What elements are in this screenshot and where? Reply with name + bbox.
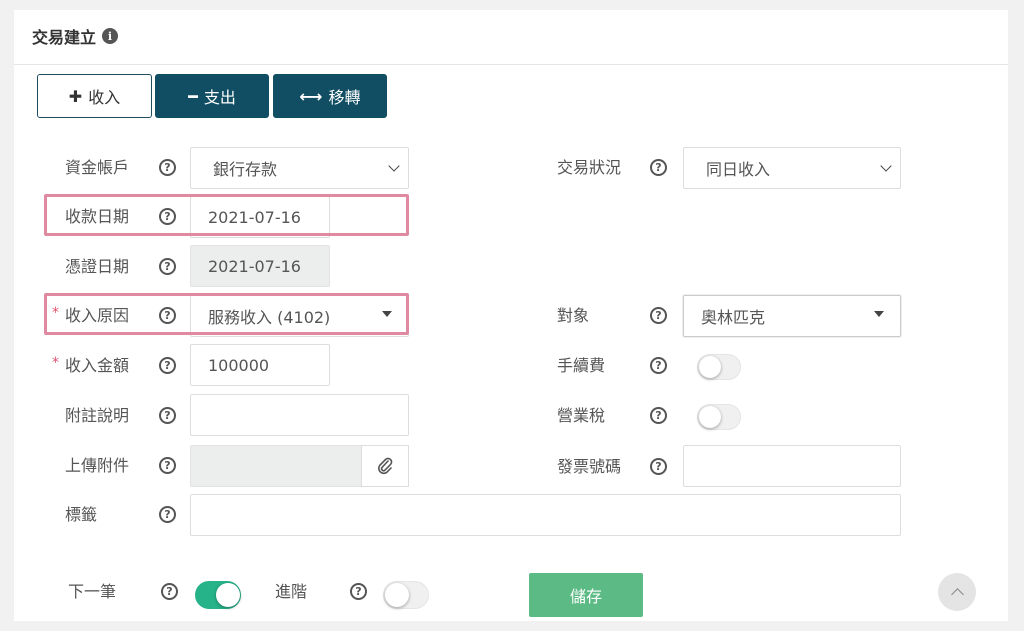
note-help-icon[interactable]: ?	[159, 407, 176, 424]
toggle-knob	[699, 356, 721, 378]
receipt-date-value: 2021-07-16	[208, 207, 301, 227]
income-amount-input[interactable]: 100000	[190, 344, 330, 386]
page-title: 交易建立 i	[32, 24, 119, 48]
tags-help-icon[interactable]: ?	[159, 506, 176, 523]
caret-down-icon	[874, 311, 884, 317]
account-select-value: 銀行存款	[213, 160, 278, 179]
plus-icon: ✚	[68, 86, 83, 106]
voucher-date-help-icon[interactable]: ?	[159, 258, 176, 275]
income-reason-help-icon[interactable]: ?	[159, 307, 176, 324]
voucher-date-label: 憑證日期	[65, 257, 130, 276]
note-label: 附註說明	[65, 406, 130, 425]
account-help-icon[interactable]: ?	[159, 159, 176, 176]
save-button[interactable]: 儲存	[529, 573, 643, 617]
toggle-knob	[699, 406, 721, 428]
fee-help-icon[interactable]: ?	[650, 357, 667, 374]
invoice-number-input[interactable]	[683, 445, 901, 487]
attachment-input[interactable]	[190, 445, 362, 487]
chevron-down-icon	[880, 160, 892, 172]
counterparty-value: 奧林匹克	[701, 308, 766, 327]
fee-toggle[interactable]	[697, 354, 741, 380]
counterparty-select[interactable]: 奧林匹克	[683, 295, 901, 337]
income-amount-value: 100000	[208, 355, 270, 375]
account-select[interactable]: 銀行存款	[190, 147, 409, 189]
attachment-help-icon[interactable]: ?	[159, 457, 176, 474]
scroll-to-top-button[interactable]	[938, 573, 976, 611]
chevron-down-icon	[388, 160, 400, 172]
income-reason-label: 收入原因	[65, 306, 130, 325]
expense-type-label: 支出	[203, 88, 236, 107]
invoice-number-help-icon[interactable]: ?	[650, 458, 667, 475]
income-type-label: 收入	[88, 88, 121, 107]
counterparty-label: 對象	[557, 306, 590, 325]
income-type-button[interactable]: ✚ 收入	[37, 74, 152, 118]
attachment-label: 上傳附件	[65, 456, 130, 475]
required-mark: *	[52, 355, 59, 371]
card-header: 交易建立 i	[14, 10, 1008, 65]
next-entry-toggle[interactable]	[195, 581, 241, 609]
page-title-text: 交易建立	[32, 28, 97, 47]
account-label: 資金帳戶	[65, 158, 130, 177]
info-icon[interactable]: i	[102, 28, 119, 44]
receipt-date-label: 收款日期	[65, 207, 130, 226]
income-reason-select[interactable]: 服務收入 (4102)	[190, 295, 409, 337]
advanced-help-icon[interactable]: ?	[350, 583, 367, 600]
transfer-type-button[interactable]: ⟷ 移轉	[273, 74, 387, 118]
status-select-value: 同日收入	[706, 160, 771, 179]
income-amount-help-icon[interactable]: ?	[159, 357, 176, 374]
chevron-up-icon	[950, 587, 964, 601]
voucher-date-value: 2021-07-16	[208, 256, 301, 276]
note-input[interactable]	[190, 394, 409, 436]
toggle-knob	[385, 583, 409, 607]
business-tax-help-icon[interactable]: ?	[650, 407, 667, 424]
arrows-horizontal-icon: ⟷	[299, 86, 323, 106]
status-help-icon[interactable]: ?	[650, 159, 667, 176]
counterparty-help-icon[interactable]: ?	[650, 307, 667, 324]
paperclip-icon	[378, 457, 393, 475]
status-select[interactable]: 同日收入	[683, 147, 901, 189]
tags-input[interactable]	[190, 494, 901, 536]
business-tax-label: 營業稅	[557, 406, 606, 425]
required-mark: *	[52, 305, 59, 321]
advanced-toggle[interactable]	[383, 581, 429, 609]
toggle-knob	[216, 583, 240, 607]
next-entry-help-icon[interactable]: ?	[161, 583, 178, 600]
fee-label: 手續費	[557, 356, 606, 375]
receipt-date-help-icon[interactable]: ?	[159, 208, 176, 225]
voucher-date-input[interactable]: 2021-07-16	[190, 245, 330, 287]
tags-label: 標籤	[65, 505, 98, 524]
status-label: 交易狀況	[557, 158, 622, 177]
next-entry-label: 下一筆	[68, 582, 117, 601]
business-tax-toggle[interactable]	[697, 404, 741, 430]
receipt-date-input[interactable]: 2021-07-16	[190, 196, 330, 238]
transfer-type-label: 移轉	[328, 88, 361, 107]
minus-icon: ━	[188, 86, 198, 106]
advanced-label: 進階	[275, 582, 308, 601]
expense-type-button[interactable]: ━ 支出	[155, 74, 269, 118]
caret-down-icon	[382, 311, 392, 317]
invoice-number-label: 發票號碼	[557, 457, 622, 476]
income-amount-label: 收入金額	[65, 356, 130, 375]
attach-file-button[interactable]	[361, 445, 409, 487]
income-reason-value: 服務收入 (4102)	[208, 308, 331, 327]
